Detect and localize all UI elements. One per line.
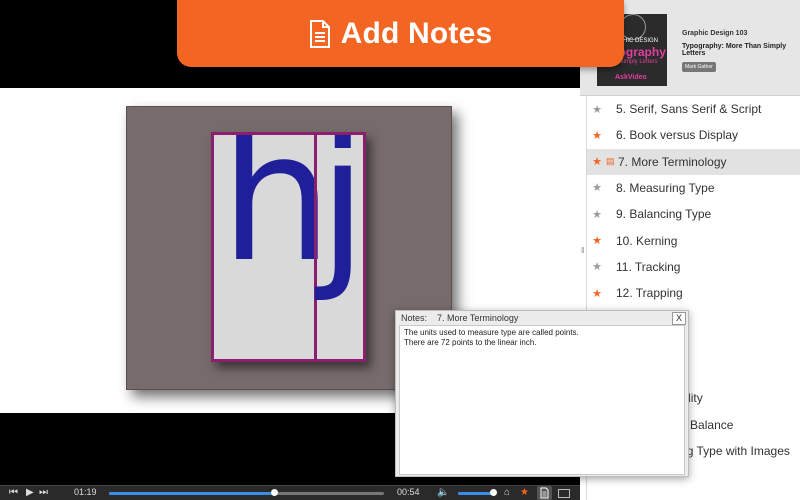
notes-popup: Notes: 7. More Terminology X The units us… [395, 310, 689, 477]
lesson-label: 8. Measuring Type [616, 180, 715, 195]
volume-fill [458, 492, 493, 495]
notes-lesson-name: 7. More Terminology [437, 313, 519, 323]
note-icon [540, 487, 549, 499]
progress-knob[interactable] [271, 489, 278, 496]
thumbnail-brand: AskVideo [615, 74, 647, 81]
lesson-item[interactable]: ★ 8. Measuring Type [587, 175, 800, 201]
star-icon[interactable]: ★ [590, 234, 604, 247]
sidebar-resize-handle[interactable]: ‖ [581, 246, 584, 255]
current-time: 01:19 [74, 487, 97, 497]
remaining-time: 00:54 [397, 487, 420, 497]
notes-header-label: Notes: [401, 313, 428, 323]
star-icon[interactable]: ★ [590, 103, 604, 116]
course-title: Typography: More Than Simply Letters [682, 43, 787, 57]
add-notes-banner[interactable]: Add Notes [177, 0, 624, 67]
letter-box: h j [211, 132, 366, 362]
course-series: Graphic Design 103 [682, 30, 748, 37]
fullscreen-icon[interactable] [558, 489, 570, 498]
fast-forward-icon[interactable]: ⏭ [39, 487, 48, 499]
star-icon[interactable]: ★ [590, 260, 604, 273]
lesson-item[interactable]: ★ 11. Tracking [587, 254, 800, 280]
player-controls: ⏮ ▶ ⏭ 01:19 00:54 🔈 ⌂ ★ [0, 485, 580, 500]
lesson-item[interactable]: ★ 12. Trapping [587, 280, 800, 306]
notes-line: The units used to measure type are calle… [404, 328, 579, 337]
volume-icon[interactable]: 🔈 [437, 487, 449, 499]
slide-letter-j: j [318, 132, 366, 305]
star-icon[interactable]: ★ [590, 287, 604, 300]
letter-divider [314, 135, 317, 359]
notes-close-button[interactable]: X [672, 312, 686, 325]
lesson-label: 6. Book versus Display [616, 128, 739, 143]
lesson-item[interactable]: ★ ▤ 7. More Terminology [587, 148, 800, 175]
home-icon[interactable]: ⌂ [504, 487, 510, 499]
star-icon[interactable]: ★ [590, 129, 604, 142]
notes-textarea[interactable]: The units used to measure type are calle… [399, 325, 685, 475]
course-author-badge[interactable]: Mark Gather [682, 62, 716, 72]
notes-line: There are 72 points to the linear inch. [404, 338, 537, 347]
note-icon [309, 19, 330, 48]
notes-header: Notes: 7. More Terminology [401, 313, 528, 323]
lesson-label: 10. Kerning [616, 233, 678, 248]
notes-button[interactable] [537, 486, 552, 500]
progress-fill [109, 492, 274, 495]
star-icon[interactable]: ★ [590, 181, 604, 194]
note-icon: ▤ [606, 156, 615, 167]
lesson-item[interactable]: ★ 5. Serif, Sans Serif & Script [587, 96, 800, 122]
volume-knob[interactable] [490, 489, 497, 496]
lesson-item[interactable]: ★ 9. Balancing Type [587, 201, 800, 227]
star-icon[interactable]: ★ [520, 487, 529, 499]
app-window: h j Add Notes GRAPHIC DESIGN Typography … [0, 0, 800, 500]
star-icon[interactable]: ★ [590, 155, 604, 168]
lesson-label: 12. Trapping [616, 286, 683, 301]
volume-slider[interactable] [458, 489, 497, 496]
lesson-item[interactable]: ★ 6. Book versus Display [587, 122, 800, 148]
lesson-label: 7. More Terminology [618, 154, 727, 169]
lesson-label: 9. Balancing Type [616, 207, 712, 222]
rewind-icon[interactable]: ⏮ [9, 487, 18, 499]
add-notes-title: Add Notes [340, 16, 493, 50]
lesson-label: 5. Serif, Sans Serif & Script [616, 102, 762, 116]
lesson-item[interactable]: ★ 10. Kerning [587, 228, 800, 254]
play-icon[interactable]: ▶ [26, 487, 34, 499]
star-icon[interactable]: ★ [590, 208, 604, 221]
lesson-label: 11. Tracking [616, 259, 681, 274]
progress-slider[interactable] [109, 489, 384, 496]
